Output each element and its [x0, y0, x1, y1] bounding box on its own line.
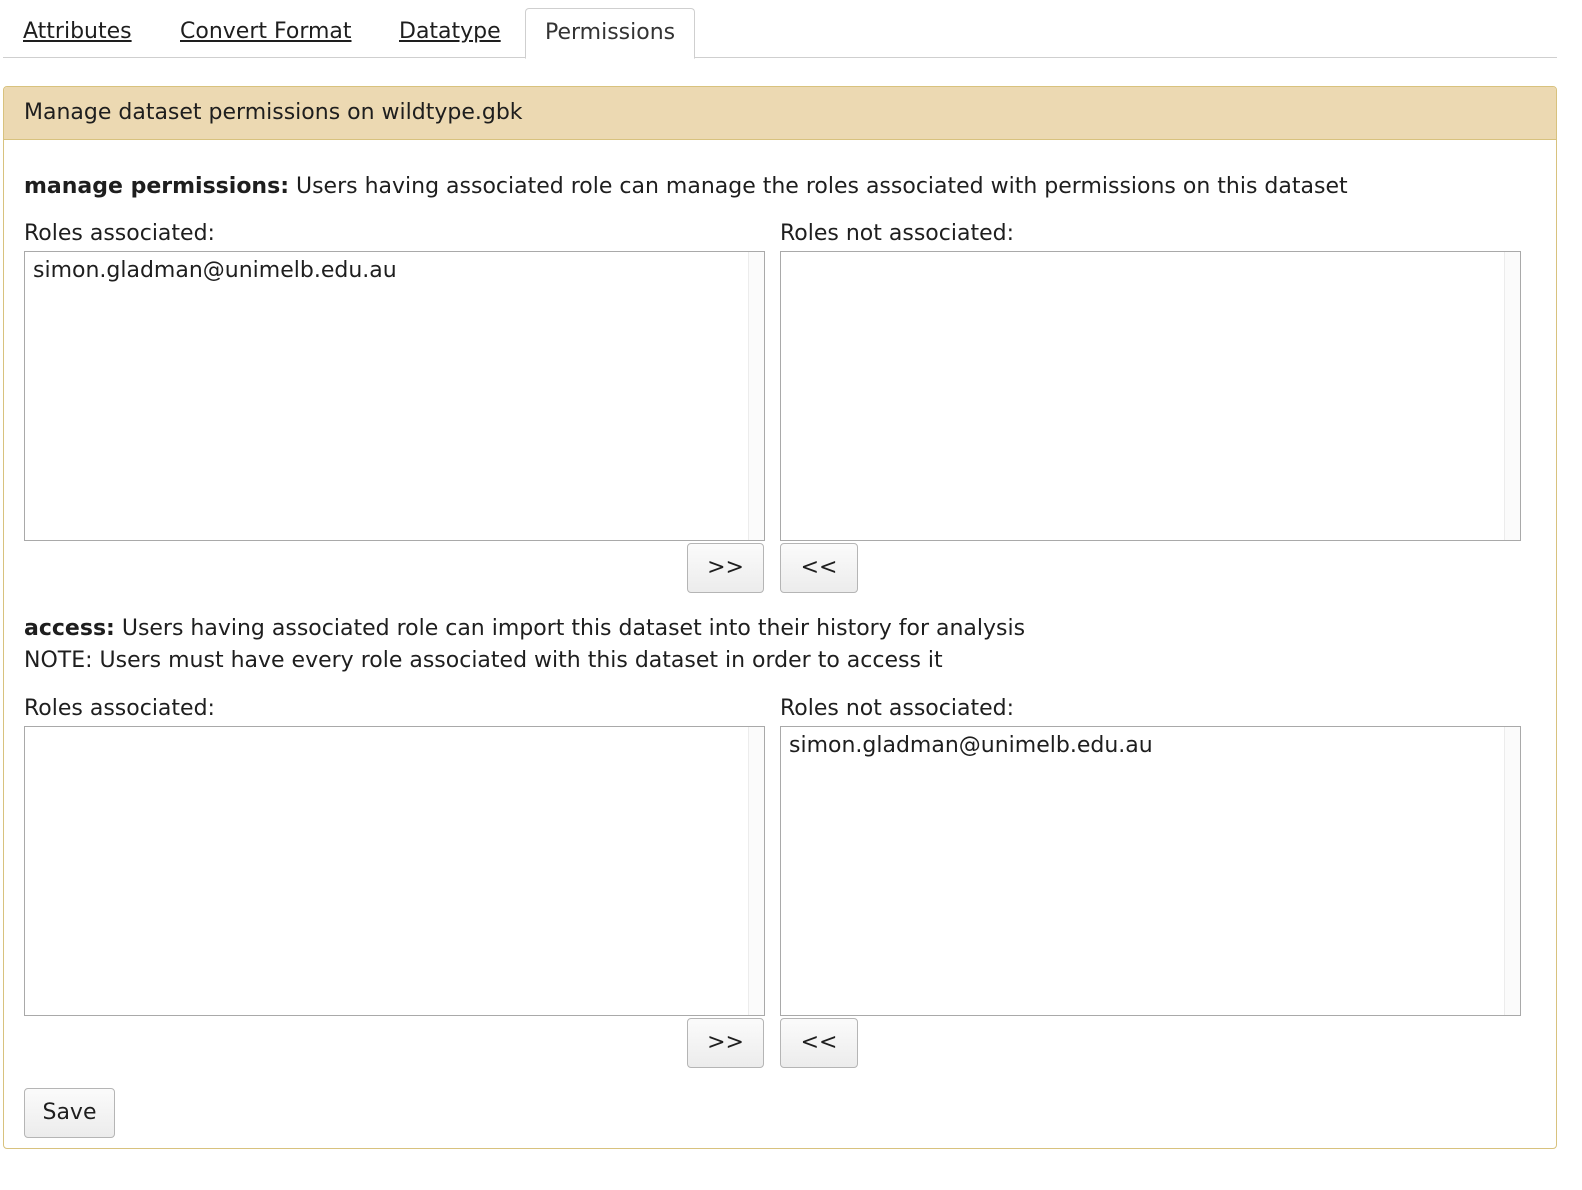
manage-roles-associated-label: Roles associated:	[24, 221, 215, 246]
manage-add-role-button[interactable]: >>	[687, 543, 764, 593]
access-text: Users having associated role can import …	[114, 616, 1026, 641]
permissions-panel: Manage dataset permissions on wildtype.g…	[3, 86, 1557, 1149]
panel-title: Manage dataset permissions on wildtype.g…	[4, 87, 1556, 140]
tab-datatype[interactable]: Datatype	[399, 8, 501, 58]
access-note: NOTE: Users must have every role associa…	[24, 648, 943, 673]
manage-roles-not-associated-list[interactable]	[780, 251, 1521, 541]
scrollbar[interactable]	[1504, 252, 1520, 540]
access-description: access: Users having associated role can…	[24, 613, 1025, 645]
access-roles-not-associated-list[interactable]: simon.gladman@unimelb.edu.au	[780, 726, 1521, 1016]
tab-attributes[interactable]: Attributes	[23, 8, 132, 58]
access-roles-associated-label: Roles associated:	[24, 696, 215, 721]
tab-bar: Attributes Convert Format Datatype Permi…	[3, 8, 1557, 59]
manage-roles-associated-list[interactable]: simon.gladman@unimelb.edu.au	[24, 251, 765, 541]
scrollbar[interactable]	[748, 727, 764, 1015]
access-name: access:	[24, 616, 115, 641]
manage-permissions-description: manage permissions: Users having associa…	[24, 171, 1348, 203]
manage-permissions-name: manage permissions:	[24, 174, 289, 199]
manage-permissions-text: Users having associated role can manage …	[289, 174, 1348, 199]
scrollbar[interactable]	[748, 252, 764, 540]
scrollbar[interactable]	[1504, 727, 1520, 1015]
tab-permissions[interactable]: Permissions	[525, 8, 696, 59]
access-roles-associated-list[interactable]	[24, 726, 765, 1016]
list-item[interactable]: simon.gladman@unimelb.edu.au	[789, 731, 1153, 761]
access-roles-not-associated-label: Roles not associated:	[780, 696, 1014, 721]
access-remove-role-button[interactable]: <<	[780, 1018, 858, 1068]
access-add-role-button[interactable]: >>	[687, 1018, 764, 1068]
save-button[interactable]: Save	[24, 1088, 115, 1138]
tab-convert-format[interactable]: Convert Format	[180, 8, 352, 58]
edit-dataset-page: Attributes Convert Format Datatype Permi…	[0, 0, 1582, 1190]
list-item[interactable]: simon.gladman@unimelb.edu.au	[33, 256, 397, 286]
manage-roles-not-associated-label: Roles not associated:	[780, 221, 1014, 246]
manage-remove-role-button[interactable]: <<	[780, 543, 858, 593]
